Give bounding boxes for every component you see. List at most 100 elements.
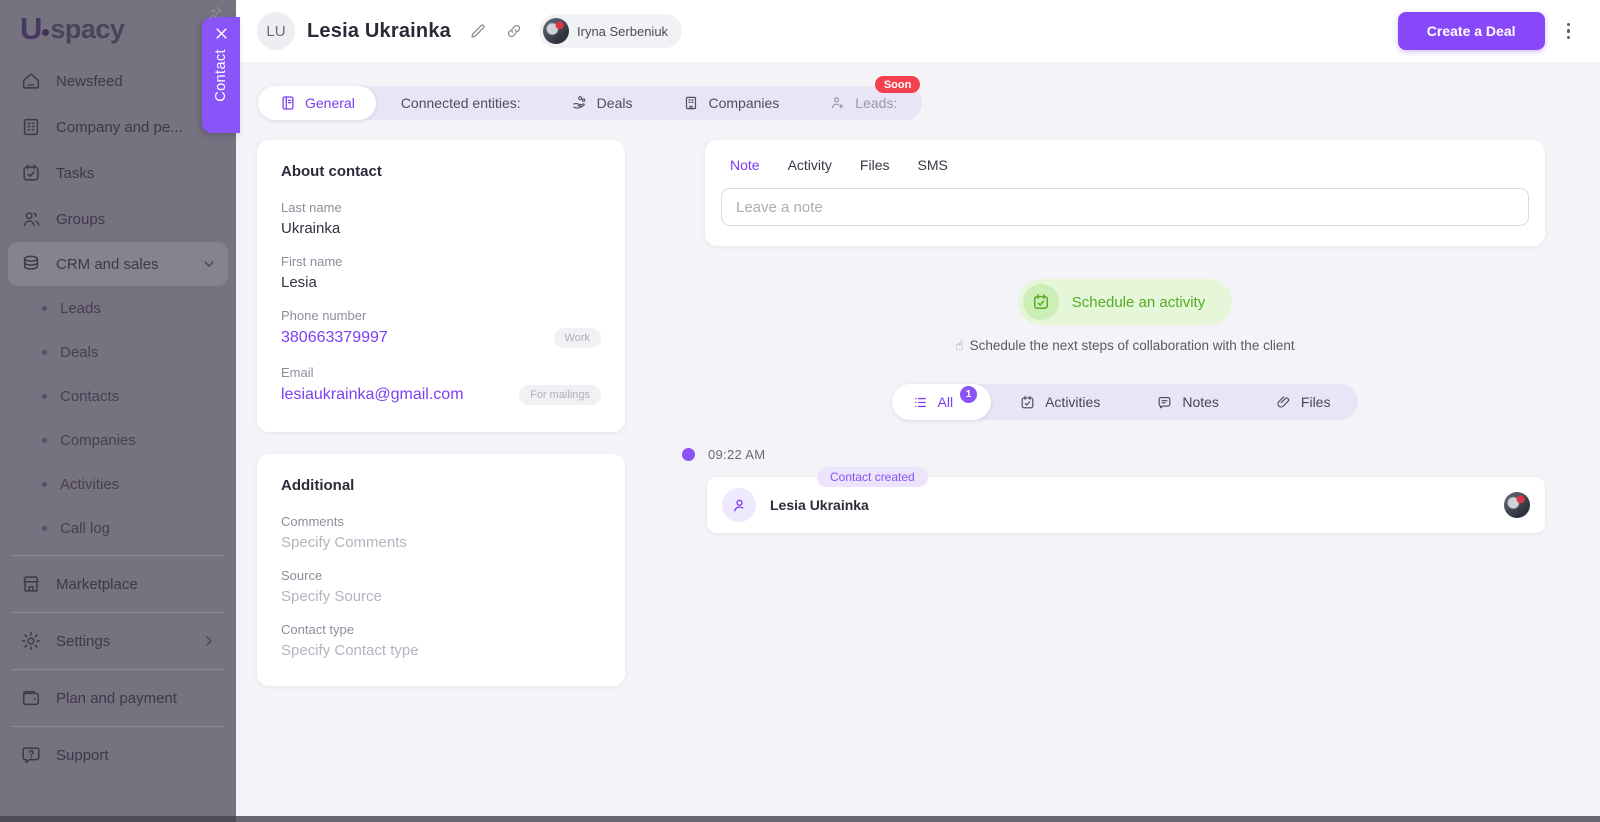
divider [12,726,224,727]
phone-value[interactable]: 380663379997 [281,329,388,347]
sidebar: U spacy Newsfeed Company and pe... Tasks… [0,0,236,822]
home-icon [20,70,42,92]
sidebar-subitem-label: Call log [60,520,110,537]
composer-tab-files[interactable]: Files [860,157,890,173]
composer-tab-activity[interactable]: Activity [788,157,832,173]
sidebar-item-newsfeed[interactable]: Newsfeed [0,58,236,104]
content-columns: About contact Last name Ukrainka First n… [236,120,1600,708]
lead-person-icon [829,94,847,112]
tab-label: Connected entities: [401,95,521,111]
sidebar-subitem-deals[interactable]: Deals [0,330,236,374]
create-deal-button[interactable]: Create a Deal [1398,12,1545,50]
chevron-down-icon [198,256,220,272]
timeline: 09:22 AM Contact created Lesia Ukrainka [682,447,1545,533]
contact-fields-column: About contact Last name Ukrainka First n… [257,140,625,708]
bullet-icon [42,438,47,443]
source-field[interactable]: Specify Source [281,588,601,605]
composer-tabs: Note Activity Files SMS [730,157,1529,173]
sidebar-item-label: Groups [56,211,220,228]
timeline-dot-icon [682,448,695,461]
contact-drawer-tab[interactable]: Contact [202,17,240,133]
filter-tab-all[interactable]: All 1 [892,384,992,420]
sidebar-item-plan[interactable]: Plan and payment [0,675,236,721]
email-type-tag: For mailings [519,385,601,405]
page-title: Lesia Ukrainka [307,20,451,43]
sidebar-item-crm[interactable]: CRM and sales [8,242,228,286]
email-value[interactable]: lesiaukrainka@gmail.com [281,386,464,404]
note-input[interactable]: Leave a note [721,188,1529,226]
sidebar-subitem-label: Leads [60,300,101,317]
tab-companies[interactable]: Companies [657,86,804,120]
sidebar-item-marketplace[interactable]: Marketplace [0,561,236,607]
comments-field[interactable]: Specify Comments [281,534,601,551]
sidebar-subitem-activities[interactable]: Activities [0,462,236,506]
composer-tab-sms[interactable]: SMS [917,157,947,173]
entity-tabs: General Connected entities: Deals Compan… [258,86,922,120]
sidebar-subitem-leads[interactable]: Leads [0,286,236,330]
tab-label: Companies [708,95,779,111]
calendar-check-icon [1019,394,1036,411]
filter-tab-label: Activities [1045,394,1100,410]
sidebar-item-label: CRM and sales [56,256,184,273]
sidebar-item-label: Marketplace [56,576,220,593]
tab-leads[interactable]: Soon Leads: [804,86,922,120]
schedule-hint: ☝Schedule the next steps of collaboratio… [705,338,1545,354]
edit-icon[interactable] [469,22,487,40]
help-icon [20,744,42,766]
tab-label: Leads: [855,95,897,111]
bullet-icon [42,394,47,399]
count-badge: 1 [960,386,977,403]
sidebar-item-label: Support [56,747,220,764]
logo[interactable]: U spacy [0,0,236,58]
contact-type-field[interactable]: Specify Contact type [281,642,601,659]
close-icon[interactable] [214,26,229,41]
tab-deals[interactable]: Deals [546,86,658,120]
sidebar-item-settings[interactable]: Settings [0,618,236,664]
gear-icon [20,630,42,652]
filter-tab-notes[interactable]: Notes [1128,384,1247,420]
tab-label: General [305,95,355,111]
timeline-event-card[interactable]: Contact created Lesia Ukrainka [707,477,1545,533]
composer-tab-note[interactable]: Note [730,157,760,173]
divider [12,612,224,613]
more-options-icon[interactable] [1563,19,1575,44]
divider [12,669,224,670]
schedule-activity-label: Schedule an activity [1072,294,1205,311]
field-label: Comments [281,514,601,529]
schedule-activity-button[interactable]: Schedule an activity [1018,279,1232,325]
note-bubble-icon [1156,394,1173,411]
event-author-avatar [1504,492,1530,518]
sidebar-item-tasks[interactable]: Tasks [0,150,236,196]
sidebar-subitem-contacts[interactable]: Contacts [0,374,236,418]
bullet-icon [42,306,47,311]
filter-tab-files[interactable]: Files [1247,384,1359,420]
sidebar-item-label: Company and pe... [56,119,184,136]
filter-tab-label: All [938,394,954,410]
hand-coins-icon [571,94,589,112]
sidebar-subitem-call-log[interactable]: Call log [0,506,236,550]
sidebar-subitem-companies[interactable]: Companies [0,418,236,462]
link-icon[interactable] [505,22,523,40]
last-name-value[interactable]: Ukrainka [281,220,601,237]
bullet-icon [42,350,47,355]
sidebar-item-support[interactable]: Support [0,732,236,778]
field-label: Contact type [281,622,601,637]
sidebar-item-label: Settings [56,633,184,650]
schedule-hint-text: Schedule the next steps of collaboration… [970,338,1295,353]
note-composer-card: Note Activity Files SMS Leave a note [705,140,1545,246]
tab-connected-entities[interactable]: Connected entities: [376,86,546,120]
sidebar-item-company[interactable]: Company and pe... [0,104,236,150]
avatar: LU [257,12,295,50]
people-icon [20,208,42,230]
tab-general[interactable]: General [258,86,376,120]
tab-label: Deals [597,95,633,111]
soon-badge: Soon [875,76,921,93]
pin-icon[interactable] [206,4,224,22]
filter-tab-activities[interactable]: Activities [991,384,1128,420]
contact-person-icon [722,488,756,522]
first-name-value[interactable]: Lesia [281,274,601,291]
contact-header: LU Lesia Ukrainka Iryna Serbeniuk Create… [236,0,1600,62]
owner-chip[interactable]: Iryna Serbeniuk [539,14,682,48]
sidebar-item-groups[interactable]: Groups [0,196,236,242]
sidebar-subitem-label: Deals [60,344,98,361]
